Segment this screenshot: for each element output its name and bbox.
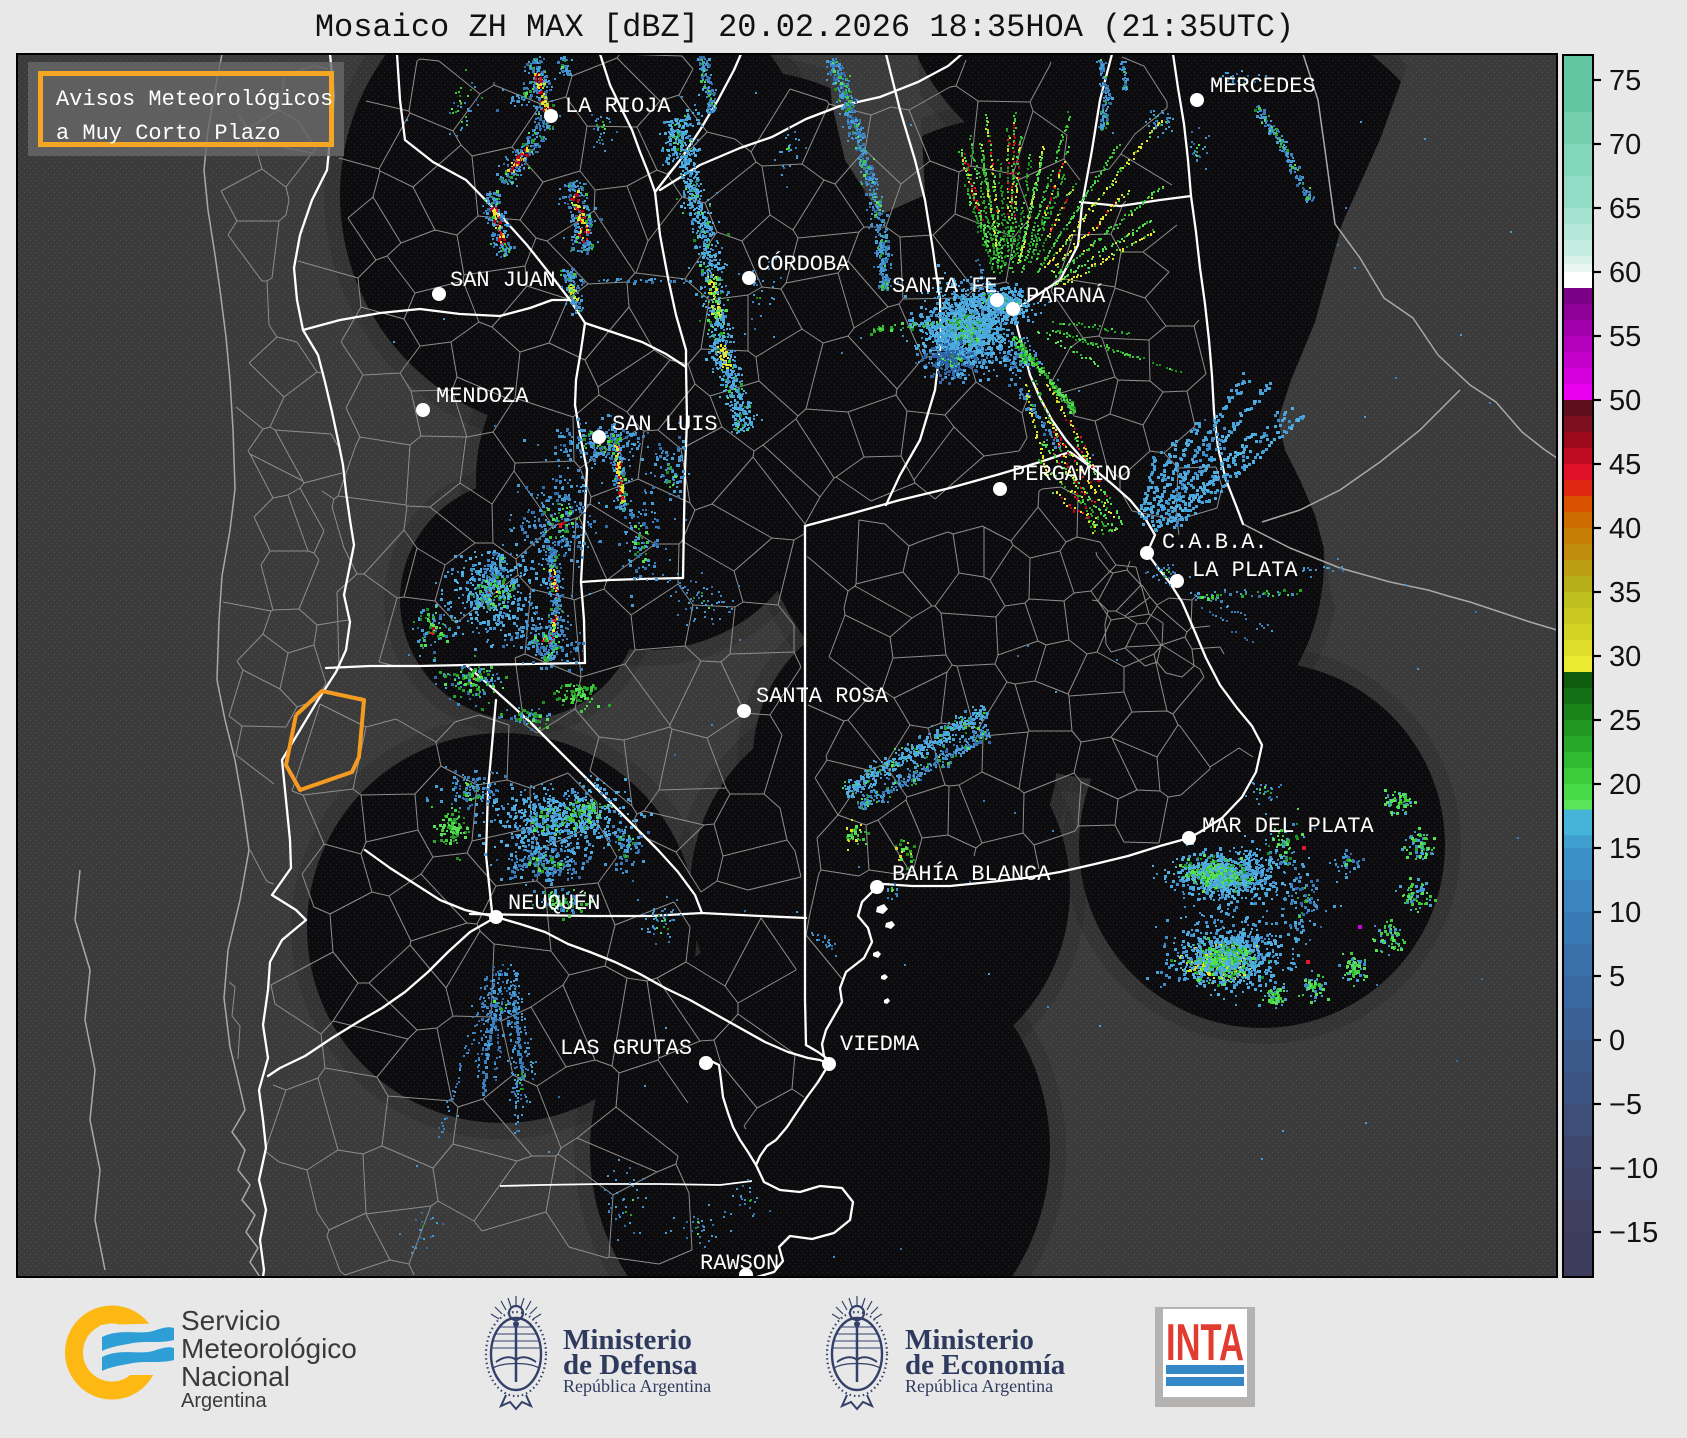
svg-text:60: 60: [1609, 257, 1641, 289]
svg-text:50: 50: [1609, 385, 1641, 417]
svg-text:LAS GRUTAS: LAS GRUTAS: [560, 1036, 692, 1061]
svg-text:20: 20: [1609, 769, 1641, 801]
svg-text:−15: −15: [1609, 1217, 1658, 1249]
svg-text:CÓRDOBA: CÓRDOBA: [757, 251, 850, 277]
svg-text:PARANÁ: PARANÁ: [1026, 283, 1106, 309]
svg-text:SAN LUIS: SAN LUIS: [612, 412, 718, 437]
svg-text:C.A.B.A.: C.A.B.A.: [1162, 530, 1268, 555]
svg-text:65: 65: [1609, 193, 1641, 225]
svg-text:−10: −10: [1609, 1153, 1658, 1185]
svg-text:República Argentina: República Argentina: [905, 1376, 1053, 1396]
svg-text:LA RIOJA: LA RIOJA: [565, 94, 671, 119]
svg-text:25: 25: [1609, 705, 1641, 737]
svg-text:MERCEDES: MERCEDES: [1210, 74, 1316, 99]
svg-text:5: 5: [1609, 961, 1625, 993]
svg-text:VIEDMA: VIEDMA: [840, 1032, 920, 1057]
svg-text:15: 15: [1609, 833, 1641, 865]
svg-text:BAHÍA BLANCA: BAHÍA BLANCA: [892, 861, 1051, 887]
svg-text:MAR DEL PLATA: MAR DEL PLATA: [1202, 814, 1374, 839]
svg-text:MENDOZA: MENDOZA: [436, 384, 529, 409]
svg-text:Meteorológico: Meteorológico: [181, 1333, 357, 1364]
svg-text:70: 70: [1609, 129, 1641, 161]
svg-text:75: 75: [1609, 65, 1641, 97]
svg-text:SANTA FE: SANTA FE: [892, 274, 998, 299]
svg-text:30: 30: [1609, 641, 1641, 673]
svg-text:NEUQUÉN: NEUQUÉN: [508, 890, 600, 916]
svg-text:55: 55: [1609, 321, 1641, 353]
svg-text:40: 40: [1609, 513, 1641, 545]
svg-text:Nacional: Nacional: [181, 1361, 290, 1392]
svg-text:10: 10: [1609, 897, 1641, 929]
svg-text:−5: −5: [1609, 1089, 1642, 1121]
svg-text:SAN JUAN: SAN JUAN: [450, 268, 556, 293]
svg-text:LA PLATA: LA PLATA: [1192, 558, 1298, 583]
svg-text:Servicio: Servicio: [181, 1305, 281, 1336]
svg-text:45: 45: [1609, 449, 1641, 481]
svg-text:35: 35: [1609, 577, 1641, 609]
svg-text:República Argentina: República Argentina: [563, 1376, 711, 1396]
svg-text:PERGAMINO: PERGAMINO: [1012, 462, 1131, 487]
svg-text:SANTA ROSA: SANTA ROSA: [756, 684, 889, 709]
svg-text:Argentina: Argentina: [181, 1390, 267, 1412]
svg-text:INTA: INTA: [1166, 1314, 1244, 1372]
svg-text:RAWSON: RAWSON: [700, 1251, 779, 1276]
svg-text:0: 0: [1609, 1025, 1625, 1057]
